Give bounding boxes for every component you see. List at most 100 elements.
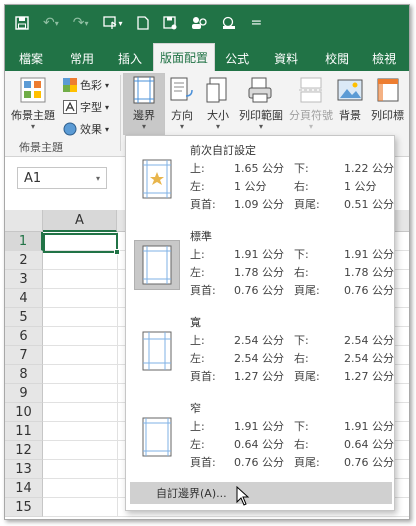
row-header[interactable]: 3 (5, 270, 43, 289)
margin-value: 0.64 公分 (234, 438, 284, 451)
margins-icon (129, 75, 159, 105)
breaks-button[interactable]: 分頁符號 ▾ (289, 75, 333, 131)
chevron-down-icon: ▾ (258, 122, 263, 131)
margin-label: 左: (190, 180, 205, 193)
tab-file[interactable]: 檔案 (5, 45, 57, 71)
row-header[interactable]: 8 (5, 365, 43, 384)
margin-value: 2.54 公分 (234, 334, 284, 347)
row-header[interactable]: 9 (5, 384, 43, 403)
name-box[interactable]: A1 ▾ (17, 167, 107, 189)
chevron-down-icon: ▾ (179, 122, 184, 131)
save-as-icon[interactable] (162, 16, 177, 30)
colors-button[interactable]: 色彩 ▾ (63, 77, 109, 93)
margin-label: 上: (190, 334, 205, 347)
tab-view[interactable]: 檢視 (361, 45, 407, 71)
margin-option-normal[interactable]: 標準 上: 1.91 公分 下: 1.91 公分 左: 1.78 公分 右: 1… (126, 222, 396, 310)
undo-icon[interactable]: ↶ ▾ (43, 15, 59, 31)
row-header[interactable]: 2 (5, 251, 43, 270)
tab-insert[interactable]: 插入 (107, 45, 153, 71)
print-titles-button[interactable]: 列印標 (371, 75, 404, 123)
save-icon[interactable] (15, 16, 29, 30)
row-header[interactable]: 15 (5, 498, 43, 517)
print-titles-icon (373, 75, 403, 105)
redo-icon[interactable]: ↷ ▾ (73, 15, 89, 31)
tab-page-layout[interactable]: 版面配置 (153, 43, 216, 71)
row-header[interactable]: 14 (5, 479, 43, 498)
tab-home[interactable]: 常用 (57, 45, 107, 71)
margin-value: 0.64 公分 (344, 438, 394, 451)
column-header-a[interactable]: A (43, 210, 117, 232)
tab-review[interactable]: 校閱 (313, 45, 361, 71)
margin-option-title: 前次自訂設定 (190, 144, 256, 157)
row-header[interactable]: 10 (5, 403, 43, 422)
fonts-button[interactable]: 字型 ▾ (63, 99, 109, 115)
margin-label: 頁尾: (294, 284, 320, 297)
active-cell-a1[interactable] (43, 233, 118, 253)
margin-label: 頁尾: (294, 370, 320, 383)
row-header[interactable]: 7 (5, 346, 43, 365)
size-button[interactable]: 大小 ▾ (203, 75, 233, 131)
print-area-button[interactable]: 列印範圍 ▾ (239, 75, 283, 131)
custom-margins-button[interactable]: 自訂邊界(A)... (130, 482, 392, 504)
colors-icon (63, 78, 77, 92)
themes-button[interactable]: 佈景主題 ▾ (11, 75, 55, 131)
margin-label: 左: (190, 266, 205, 279)
margin-option-last-custom[interactable]: 前次自訂設定 上: 1.65 公分 下: 1.22 公分 左: 1 公分 右: … (126, 136, 396, 224)
margin-label: 頁首: (190, 198, 216, 211)
margin-value: 0.76 公分 (344, 284, 394, 297)
margin-option-title: 窄 (190, 402, 201, 415)
row-header[interactable]: 1 (5, 232, 43, 251)
margin-option-title: 標準 (190, 230, 212, 243)
row-header[interactable]: 13 (5, 460, 43, 479)
margin-label: 上: (190, 420, 205, 433)
margin-value: 2.54 公分 (344, 334, 394, 347)
margin-label: 上: (190, 248, 205, 261)
margin-label: 頁尾: (294, 198, 320, 211)
margin-option-wide[interactable]: 寬 上: 2.54 公分 下: 2.54 公分 左: 2.54 公分 右: 2.… (126, 308, 396, 396)
margin-label: 頁首: (190, 370, 216, 383)
margin-value: 1.91 公分 (344, 248, 394, 261)
margins-dropdown-menu: 前次自訂設定 上: 1.65 公分 下: 1.22 公分 左: 1 公分 右: … (125, 135, 395, 511)
tab-data[interactable]: 資料 (259, 45, 313, 71)
orientation-button[interactable]: 方向 ▾ (167, 75, 197, 131)
page-margins-icon (134, 240, 180, 290)
select-all-corner[interactable] (5, 210, 43, 232)
margin-value: 1.78 公分 (234, 266, 284, 279)
background-button[interactable]: 背景 (335, 75, 365, 123)
margins-button[interactable]: 邊界 ▾ (129, 75, 159, 131)
margin-label: 下: (294, 420, 309, 433)
chevron-down-icon[interactable]: ▾ (96, 174, 100, 183)
margin-value: 1.22 公分 (344, 162, 394, 175)
customize-icon[interactable]: = (251, 15, 263, 31)
margin-value: 0.76 公分 (344, 456, 394, 469)
row-header[interactable]: 12 (5, 441, 43, 460)
margin-option-title: 寬 (190, 316, 201, 329)
row-header[interactable]: 11 (5, 422, 43, 441)
margin-value: 1.09 公分 (234, 198, 284, 211)
fill-handle[interactable] (114, 249, 120, 255)
chevron-down-icon: ▾ (141, 122, 146, 131)
margin-value: 1.65 公分 (234, 162, 284, 175)
margin-label: 右: (294, 438, 309, 451)
share-icon[interactable] (191, 16, 207, 30)
new-file-icon[interactable] (136, 16, 149, 30)
excel-window: ↶ ▾ ↷ ▾ ▾ = 檔案 常用 插入 版面配置 公式 資料 校閱 檢視 佈景… (4, 4, 410, 520)
margin-option-narrow[interactable]: 窄 上: 1.91 公分 下: 1.91 公分 左: 0.64 公分 右: 0.… (126, 394, 396, 482)
tab-formulas[interactable]: 公式 (215, 45, 259, 71)
row-header[interactable]: 5 (5, 308, 43, 327)
effects-button[interactable]: 效果 ▾ (63, 121, 109, 137)
page-margins-icon (134, 412, 180, 462)
chevron-down-icon: ▾ (215, 122, 220, 131)
margin-label: 上: (190, 162, 205, 175)
touch-mode-icon[interactable]: ▾ (102, 16, 123, 30)
size-icon (203, 75, 233, 105)
print-area-icon (246, 75, 276, 105)
mouse-cursor-icon (236, 486, 250, 506)
row-header[interactable]: 6 (5, 327, 43, 346)
print-preview-icon[interactable] (221, 16, 237, 30)
margin-label: 下: (294, 248, 309, 261)
margin-value: 2.54 公分 (344, 352, 394, 365)
quick-access-toolbar: ↶ ▾ ↷ ▾ ▾ = (5, 5, 409, 41)
margin-label: 頁首: (190, 284, 216, 297)
row-header[interactable]: 4 (5, 289, 43, 308)
